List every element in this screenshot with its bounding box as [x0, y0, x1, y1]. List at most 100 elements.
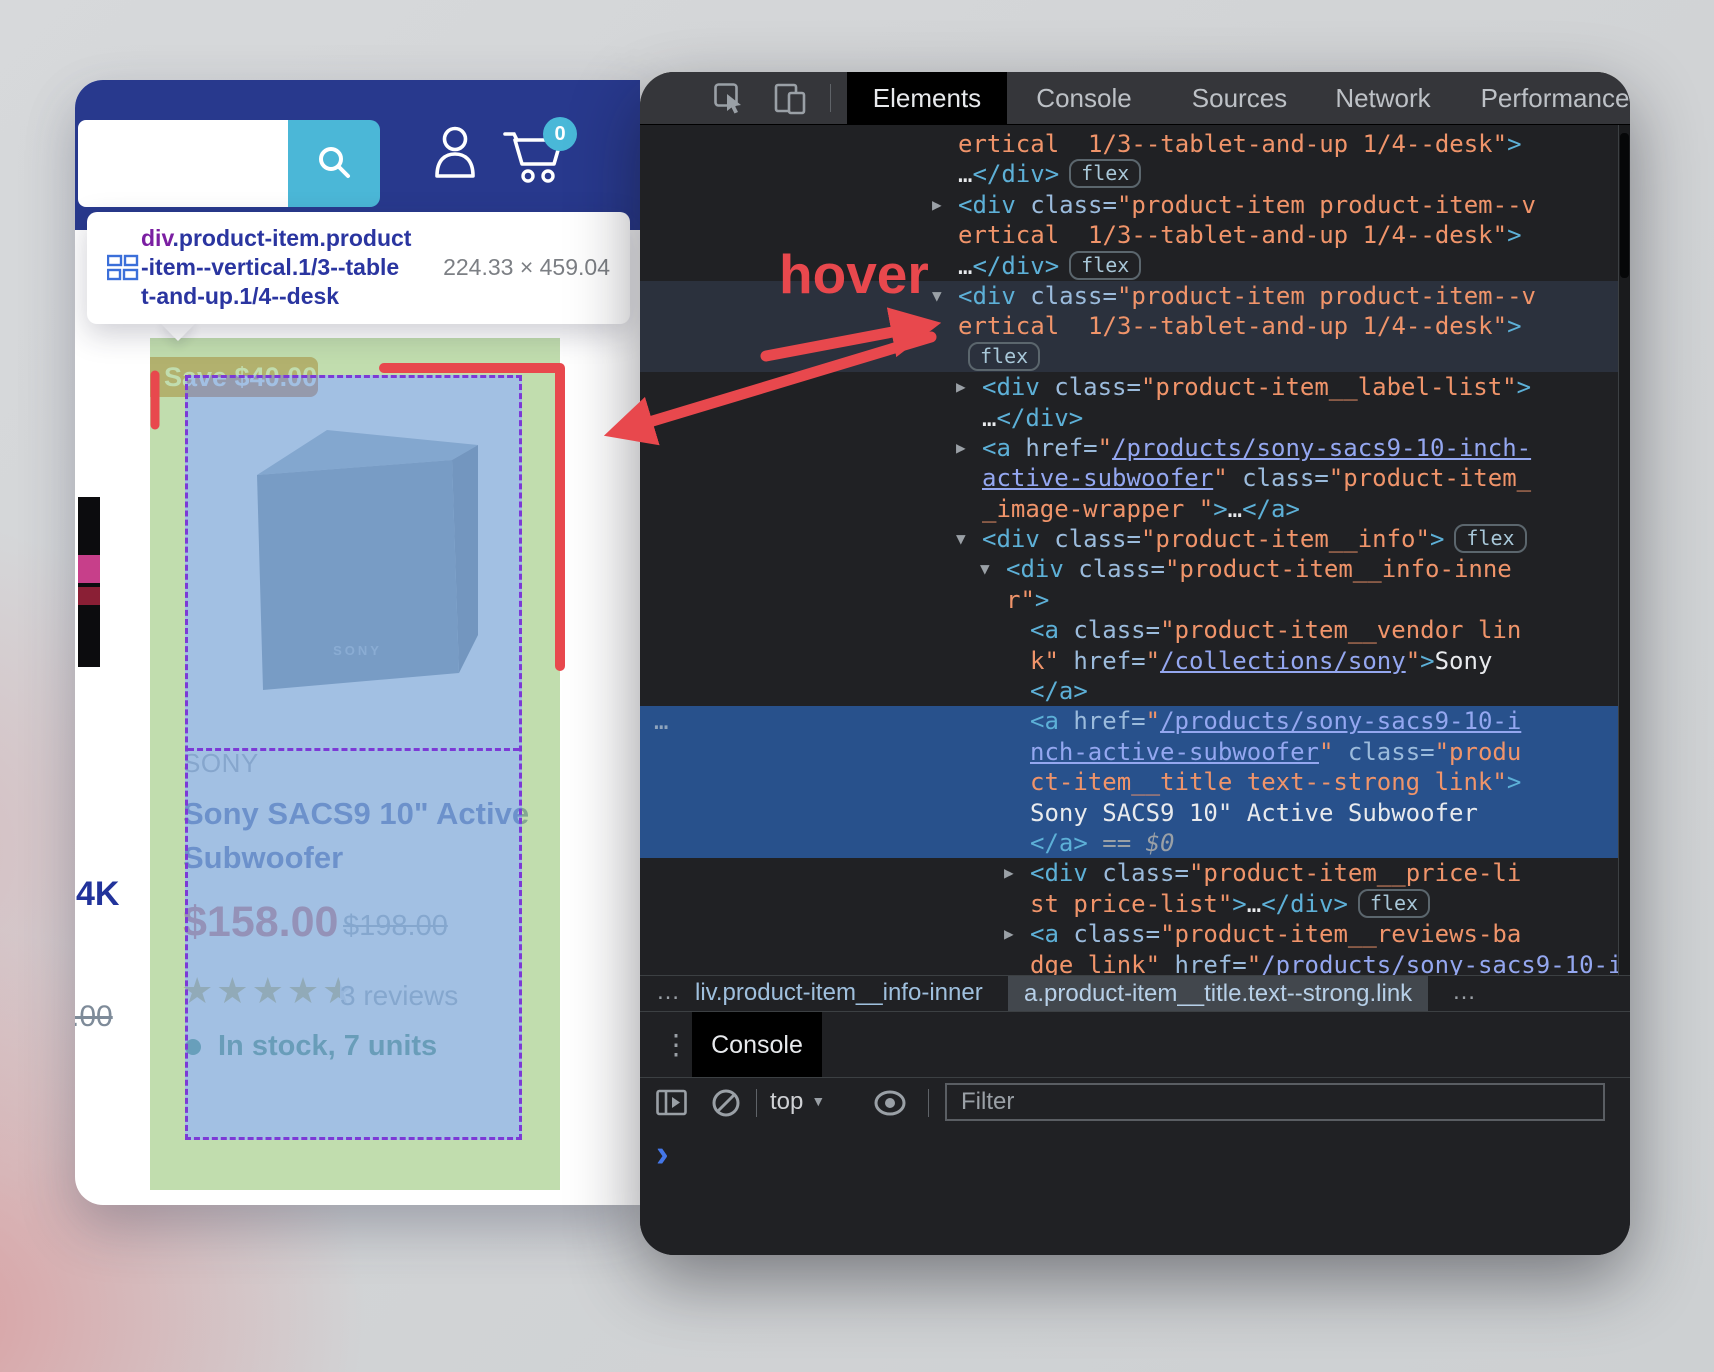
devtools-code-line[interactable]: <a class="product-item__vendor lin: [640, 615, 1630, 645]
console-output[interactable]: ›: [640, 1127, 1630, 1255]
product-title-link[interactable]: Sony SACS9 10" Active Subwoofer: [183, 792, 533, 880]
breadcrumb-item-info-inner[interactable]: liv.product-item__info-inner: [695, 979, 983, 1007]
flex-badge[interactable]: flex: [968, 342, 1040, 371]
toolbar-divider: [928, 1089, 929, 1117]
flex-badge[interactable]: flex: [1069, 159, 1141, 188]
eye-icon[interactable]: [872, 1089, 908, 1122]
product-image-brand-label: SONY: [333, 643, 382, 658]
desktop-background: 0 div.product-item.product -item--vertic…: [0, 0, 1714, 1372]
adjacent-product-image: [78, 497, 100, 667]
drawer-tabbar: ⋮ Console: [640, 1011, 1630, 1078]
stock-status: In stock, 7 units: [218, 1030, 437, 1063]
device-toolbar-icon[interactable]: [774, 83, 808, 120]
devtools-code-line[interactable]: nch-active-subwoofer" class="produ: [640, 737, 1630, 767]
flex-badge[interactable]: flex: [1454, 524, 1526, 553]
tab-elements[interactable]: Elements: [847, 72, 1007, 124]
console-prompt-icon[interactable]: ›: [656, 1133, 669, 1176]
search-input[interactable]: [78, 120, 288, 207]
devtools-code-line[interactable]: ▶<a class="product-item__reviews-ba: [640, 919, 1630, 949]
flex-badge[interactable]: flex: [1069, 251, 1141, 280]
flex-badge[interactable]: flex: [1358, 889, 1430, 918]
tooltip-dimensions: 224.33 × 459.04: [443, 254, 610, 281]
execution-context-dropdown[interactable]: top▼: [770, 1088, 825, 1116]
devtools-code-line[interactable]: ▶<div class="product-item product-item--…: [640, 190, 1630, 220]
rating-stars: ★★★★★: [181, 970, 357, 1012]
tab-console-drawer[interactable]: Console: [692, 1012, 822, 1078]
devtools-window: Elements Console Sources Network Performance…: [640, 72, 1630, 1255]
console-sidebar-icon[interactable]: [656, 1088, 688, 1123]
adjacent-product-price-fragment: .00: [75, 1000, 113, 1034]
star-icon: ★: [216, 970, 251, 1011]
devtools-code-line[interactable]: ertical 1/3--tablet-and-up 1/4--desk">: [640, 311, 1630, 341]
product-vendor[interactable]: SONY: [183, 748, 259, 779]
collapse-arrow-icon[interactable]: ▼: [980, 554, 990, 584]
console-toolbar: top▼: [640, 1077, 1630, 1129]
search-button[interactable]: [288, 120, 380, 207]
devtools-code-line[interactable]: …</div>flex: [640, 159, 1630, 189]
devtools-code-line[interactable]: ▶<div class="product-item__price-li: [640, 858, 1630, 888]
elements-tree: ertical 1/3--tablet-and-up 1/4--desk">…<…: [640, 125, 1630, 976]
devtools-code-line[interactable]: r">: [640, 585, 1630, 615]
account-icon[interactable]: [432, 124, 478, 185]
scrollbar-track[interactable]: [1618, 125, 1630, 976]
product-compare-price: $198.00: [343, 910, 448, 943]
expand-arrow-icon[interactable]: ▶: [956, 372, 966, 402]
breadcrumb-overflow-icon[interactable]: …: [656, 978, 680, 1006]
kebab-menu-icon[interactable]: ⋮: [662, 1028, 690, 1061]
tooltip-selector: div.product-item.product -item--vertical…: [141, 224, 411, 311]
chevron-down-icon: ▼: [811, 1093, 825, 1109]
expand-arrow-icon[interactable]: ▶: [1004, 858, 1014, 888]
scrollbar-thumb[interactable]: [1620, 133, 1629, 278]
devtools-code-line[interactable]: active-subwoofer" class="product-item_: [640, 463, 1630, 493]
more-actions-icon[interactable]: …: [654, 706, 669, 736]
devtools-code-line[interactable]: …</div>: [640, 403, 1630, 433]
tab-sources[interactable]: Sources: [1183, 72, 1296, 124]
search-icon: [317, 145, 351, 182]
devtools-code-line[interactable]: ▼<div class="product-item__info-inne: [640, 554, 1630, 584]
expand-arrow-icon[interactable]: ▶: [1004, 919, 1014, 949]
devtools-code-line[interactable]: Sony SACS9 10" Active Subwoofer: [640, 798, 1630, 828]
collapse-arrow-icon[interactable]: ▼: [932, 281, 942, 311]
console-filter-input[interactable]: [945, 1083, 1605, 1121]
toolbar-divider: [756, 1089, 757, 1117]
devtools-code-line[interactable]: </a> == $0: [640, 828, 1630, 858]
tab-performance[interactable]: Performance: [1480, 72, 1630, 124]
tab-console[interactable]: Console: [1036, 72, 1132, 124]
devtools-code-line[interactable]: ▶<a href="/products/sony-sacs9-10-inch-: [640, 433, 1630, 463]
adjacent-product-title-fragment: 4K: [76, 875, 119, 914]
inspect-tooltip: div.product-item.product -item--vertical…: [87, 212, 630, 324]
collapse-arrow-icon[interactable]: ▼: [956, 524, 966, 554]
star-icon: ★: [287, 970, 322, 1011]
shop-window: 0 div.product-item.product -item--vertic…: [75, 80, 640, 1205]
expand-arrow-icon[interactable]: ▶: [932, 190, 942, 220]
expand-arrow-icon[interactable]: ▶: [956, 433, 966, 463]
save-badge: Save $40.00: [150, 357, 318, 397]
devtools-code-line[interactable]: ▼<div class="product-item product-item--…: [640, 281, 1630, 311]
devtools-code-line[interactable]: ct-item__title text--strong link">: [640, 767, 1630, 797]
devtools-code-line[interactable]: …<a href="/products/sony-sacs9-10-i: [640, 706, 1630, 736]
devtools-code-line[interactable]: ▼<div class="product-item__info">flex: [640, 524, 1630, 554]
breadcrumb-overflow-trail-icon[interactable]: …: [1452, 978, 1476, 1006]
product-image[interactable]: SONY: [237, 405, 478, 705]
inspect-element-icon[interactable]: [714, 83, 746, 120]
stock-dot-icon: [185, 1039, 201, 1055]
cart-count-badge: 0: [543, 117, 577, 151]
breadcrumb-item-title-link[interactable]: a.product-item__title.text--strong.link: [1008, 976, 1428, 1012]
devtools-code-line[interactable]: …</div>flex: [640, 251, 1630, 281]
devtools-code-line[interactable]: ▶<div class="product-item__label-list">: [640, 372, 1630, 402]
breadcrumb: … liv.product-item__info-inner a.product…: [640, 975, 1630, 1012]
star-icon: ★: [181, 970, 216, 1011]
devtools-code-line[interactable]: st price-list">…</div>flex: [640, 889, 1630, 919]
reviews-count[interactable]: 3 reviews: [340, 980, 458, 1012]
tab-network[interactable]: Network: [1332, 72, 1434, 124]
devtools-code-line[interactable]: dge link" href="/products/sony-sacs9-10-…: [640, 950, 1630, 976]
clear-console-icon[interactable]: [710, 1087, 742, 1124]
devtools-code-line[interactable]: _image-wrapper ">…</a>: [640, 494, 1630, 524]
devtools-code-line[interactable]: flex: [640, 342, 1630, 372]
devtools-code-line[interactable]: </a>: [640, 676, 1630, 706]
devtools-code-line[interactable]: ertical 1/3--tablet-and-up 1/4--desk">: [640, 129, 1630, 159]
star-icon: ★: [252, 970, 287, 1011]
devtools-code-line[interactable]: ertical 1/3--tablet-and-up 1/4--desk">: [640, 220, 1630, 250]
devtools-code-line[interactable]: k" href="/collections/sony">Sony: [640, 646, 1630, 676]
element-badge-icon: [107, 254, 139, 287]
